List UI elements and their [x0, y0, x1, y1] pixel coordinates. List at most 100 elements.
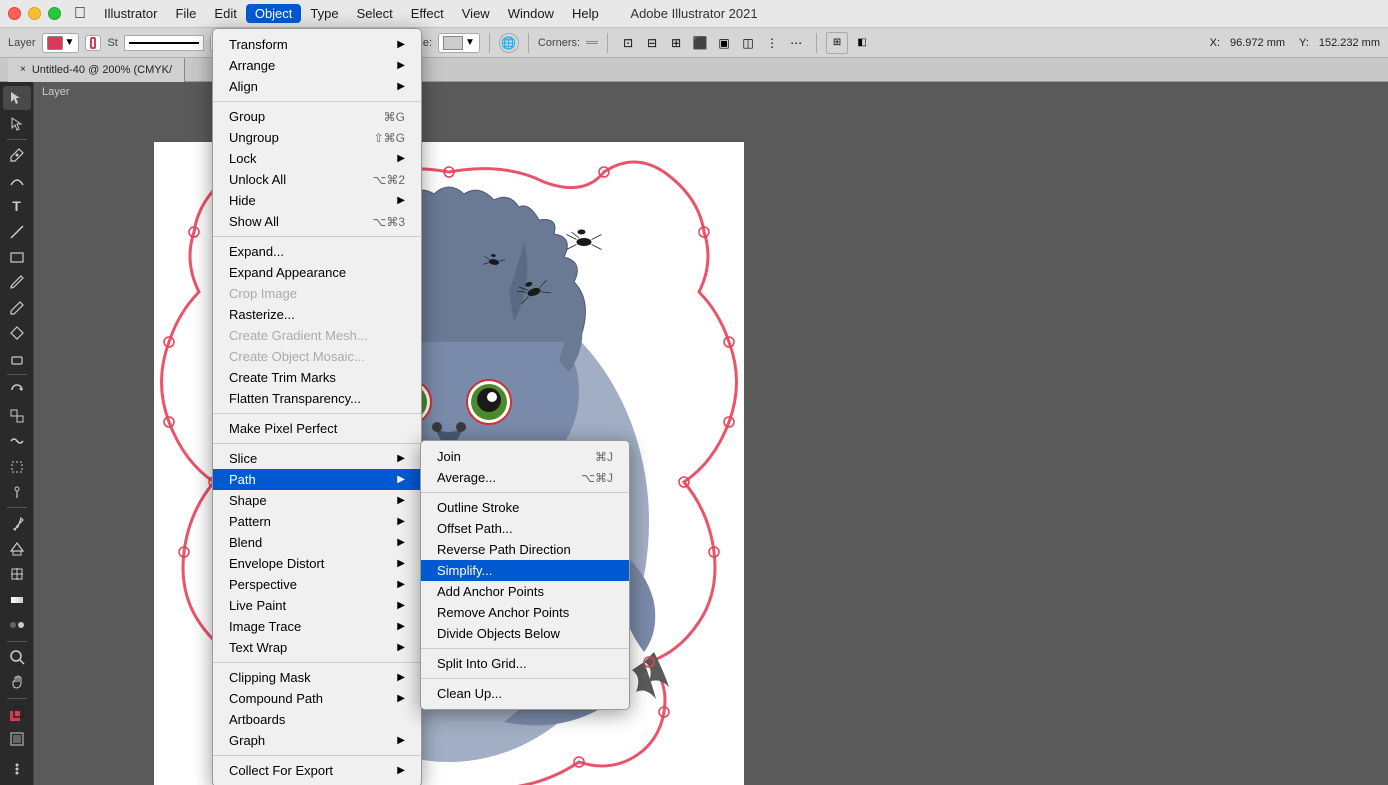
align-center-icon[interactable]: ⊟ [641, 32, 663, 54]
menu-align[interactable]: Align ▶ [213, 76, 421, 97]
path-menu-offset-path[interactable]: Offset Path... [421, 518, 629, 539]
menu-compound-path[interactable]: Compound Path ▶ [213, 688, 421, 709]
menu-graph[interactable]: Graph ▶ [213, 730, 421, 751]
tool-fill-stroke[interactable] [3, 701, 31, 725]
menu-hide[interactable]: Hide ▶ [213, 190, 421, 211]
menu-apple[interactable]:  [65, 3, 95, 25]
tool-zoom[interactable] [3, 645, 31, 669]
menu-pattern[interactable]: Pattern ▶ [213, 511, 421, 532]
tool-paintbrush[interactable] [3, 270, 31, 294]
tool-line[interactable] [3, 219, 31, 243]
path-menu-divide-objects[interactable]: Divide Objects Below [421, 623, 629, 644]
tool-shaper[interactable] [3, 321, 31, 345]
tool-live-paint[interactable] [3, 537, 31, 561]
menu-effect[interactable]: Effect [402, 4, 453, 23]
tool-pen[interactable] [3, 143, 31, 167]
tool-curvature[interactable] [3, 168, 31, 192]
tool-type[interactable]: T [3, 194, 31, 218]
menu-help[interactable]: Help [563, 4, 608, 23]
align-left-icon[interactable]: ⊡ [617, 32, 639, 54]
align-top-icon[interactable]: ⬛ [689, 32, 711, 54]
distribute-horiz-icon[interactable]: ⋮ [761, 32, 783, 54]
menu-window[interactable]: Window [499, 4, 563, 23]
transform-icon-1[interactable]: ⊞ [826, 32, 848, 54]
menu-flatten-transparency[interactable]: Flatten Transparency... [213, 388, 421, 409]
menu-blend[interactable]: Blend ▶ [213, 532, 421, 553]
menu-image-trace[interactable]: Image Trace ▶ [213, 616, 421, 637]
tool-eraser[interactable] [3, 347, 31, 371]
menu-text-wrap[interactable]: Text Wrap ▶ [213, 637, 421, 658]
style-dropdown[interactable] [85, 35, 101, 51]
globe-icon[interactable]: 🌐 [499, 33, 519, 53]
path-menu-add-anchor-points[interactable]: Add Anchor Points [421, 581, 629, 602]
path-menu-reverse-path[interactable]: Reverse Path Direction [421, 539, 629, 560]
menu-path[interactable]: Path ▶ [213, 469, 421, 490]
tab-close-icon[interactable]: × [20, 64, 26, 75]
menu-file[interactable]: File [166, 4, 205, 23]
menu-envelope-distort[interactable]: Envelope Distort ▶ [213, 553, 421, 574]
menu-arrange[interactable]: Arrange ▶ [213, 55, 421, 76]
maximize-button[interactable] [48, 7, 61, 20]
path-menu-clean-up[interactable]: Clean Up... [421, 683, 629, 704]
tool-change-screen-mode[interactable] [3, 727, 31, 751]
tool-scale[interactable] [3, 404, 31, 428]
menu-rasterize[interactable]: Rasterize... [213, 304, 421, 325]
menu-edit[interactable]: Edit [205, 4, 245, 23]
close-button[interactable] [8, 7, 21, 20]
distribute-vert-icon[interactable]: ⋯ [785, 32, 807, 54]
path-menu-outline-stroke[interactable]: Outline Stroke [421, 497, 629, 518]
menu-shape[interactable]: Shape ▶ [213, 490, 421, 511]
menu-unlock-all[interactable]: Unlock All ⌥⌘2 [213, 169, 421, 190]
align-right-icon[interactable]: ⊞ [665, 32, 687, 54]
tab-title: Untitled-40 @ 200% (CMYK/ [32, 64, 172, 76]
tool-direct-select[interactable] [3, 111, 31, 135]
menu-artboards[interactable]: Artboards [213, 709, 421, 730]
tool-puppet-warp[interactable] [3, 480, 31, 504]
menu-ungroup[interactable]: Ungroup ⇧⌘G [213, 127, 421, 148]
menu-make-pixel-perfect[interactable]: Make Pixel Perfect [213, 418, 421, 439]
layer-dropdown[interactable]: ▼ [42, 33, 80, 53]
menu-object[interactable]: Object [246, 4, 302, 23]
tool-blend[interactable] [3, 613, 31, 637]
path-menu-average[interactable]: Average... ⌥⌘J [421, 467, 629, 488]
menu-lock[interactable]: Lock ▶ [213, 148, 421, 169]
menu-type[interactable]: Type [301, 4, 347, 23]
tool-more[interactable] [3, 756, 31, 780]
menu-live-paint[interactable]: Live Paint ▶ [213, 595, 421, 616]
menu-select[interactable]: Select [348, 4, 402, 23]
tool-warp[interactable] [3, 429, 31, 453]
menu-clipping-mask[interactable]: Clipping Mask ▶ [213, 667, 421, 688]
align-middle-icon[interactable]: ▣ [713, 32, 735, 54]
tool-pencil[interactable] [3, 296, 31, 320]
tool-eyedropper[interactable] [3, 511, 31, 535]
menu-view[interactable]: View [453, 4, 499, 23]
path-menu-simplify[interactable]: Simplify... [421, 560, 629, 581]
menu-create-trim-marks[interactable]: Create Trim Marks [213, 367, 421, 388]
menu-illustrator[interactable]: Illustrator [95, 4, 166, 23]
tool-rotate[interactable] [3, 378, 31, 402]
tool-gradient[interactable] [3, 588, 31, 612]
tool-select[interactable] [3, 86, 31, 110]
tool-hand[interactable] [3, 670, 31, 694]
minimize-button[interactable] [28, 7, 41, 20]
transform-icon-2[interactable]: ◧ [851, 32, 873, 54]
menu-expand-appearance[interactable]: Expand Appearance [213, 262, 421, 283]
path-menu-join[interactable]: Join ⌘J [421, 446, 629, 467]
menu-collect-for-export[interactable]: Collect For Export ▶ [213, 760, 421, 781]
menu-perspective[interactable]: Perspective ▶ [213, 574, 421, 595]
path-menu-remove-anchor-points[interactable]: Remove Anchor Points [421, 602, 629, 623]
tool-rectangle[interactable] [3, 245, 31, 269]
path-menu-split-into-grid[interactable]: Split Into Grid... [421, 653, 629, 674]
menu-group[interactable]: Group ⌘G [213, 106, 421, 127]
corners-widget[interactable] [586, 41, 598, 44]
document-tab[interactable]: × Untitled-40 @ 200% (CMYK/ [8, 58, 185, 82]
tool-free-transform[interactable] [3, 454, 31, 478]
menu-transform[interactable]: Transform ▶ [213, 34, 421, 55]
align-bottom-icon[interactable]: ◫ [737, 32, 759, 54]
menu-show-all[interactable]: Show All ⌥⌘3 [213, 211, 421, 232]
menu-expand[interactable]: Expand... [213, 241, 421, 262]
stroke-preview[interactable] [124, 35, 204, 51]
tool-mesh[interactable] [3, 562, 31, 586]
menu-slice[interactable]: Slice ▶ [213, 448, 421, 469]
style-select[interactable]: ▼ [438, 33, 480, 53]
